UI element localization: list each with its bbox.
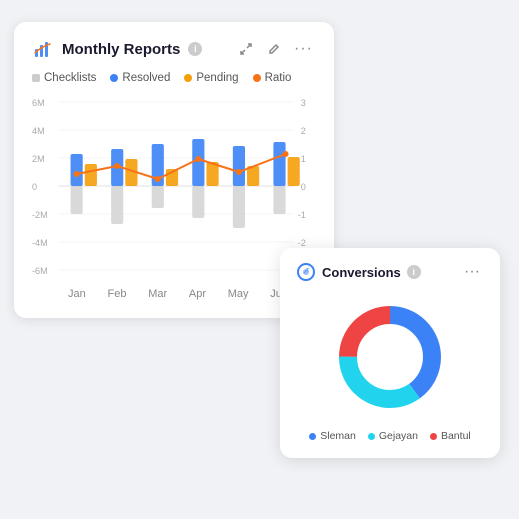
x-label-apr: Apr (189, 288, 206, 300)
legend-resolved: Resolved (110, 72, 170, 84)
x-label-mar: Mar (148, 288, 167, 300)
conversions-title: Conversions (322, 265, 401, 280)
card-header: Monthly Reports i ··· (32, 38, 316, 60)
card-actions: ··· (236, 38, 316, 60)
legend-checklists-dot (32, 74, 40, 82)
conversion-icon (296, 262, 316, 282)
conversions-header: Conversions i ··· (296, 262, 484, 282)
donut-chart (296, 292, 484, 422)
title-group: Monthly Reports i (32, 38, 202, 60)
legend-gejayan: Gejayan (368, 430, 418, 442)
legend-pending-dot (184, 74, 192, 82)
chart-area: 6M 4M 2M 0 -2M -4M -6M 3 2 1 0 -1 -2 (32, 94, 316, 284)
legend-bantul: Bantul (430, 430, 471, 442)
svg-text:0: 0 (301, 182, 306, 192)
gejayan-dot (368, 433, 375, 440)
svg-text:6M: 6M (32, 98, 45, 108)
chart-svg: 6M 4M 2M 0 -2M -4M -6M 3 2 1 0 -1 -2 (32, 94, 316, 284)
bantul-dot (430, 433, 437, 440)
svg-text:-1: -1 (298, 210, 306, 220)
edit-button[interactable] (264, 41, 283, 58)
svg-text:4M: 4M (32, 126, 45, 136)
legend-resolved-dot (110, 74, 118, 82)
donut-svg (330, 297, 450, 417)
svg-text:-2: -2 (298, 238, 306, 248)
more-button[interactable]: ··· (291, 38, 316, 60)
info-icon: i (188, 42, 202, 56)
monthly-reports-title: Monthly Reports (62, 41, 180, 58)
svg-text:-6M: -6M (32, 266, 48, 276)
sleman-dot (309, 433, 316, 440)
svg-text:0: 0 (32, 182, 37, 192)
conversions-card: Conversions i ··· Sleman Gejayan B (280, 248, 500, 458)
svg-text:-4M: -4M (32, 238, 48, 248)
svg-text:2: 2 (301, 126, 306, 136)
conversions-info-icon: i (407, 265, 421, 279)
x-axis-labels: Jan Feb Mar Apr May Jun (32, 288, 316, 300)
chart-legend: Checklists Resolved Pending Ratio (32, 72, 316, 84)
legend-ratio-dot (253, 74, 261, 82)
x-label-feb: Feb (107, 288, 126, 300)
svg-text:1: 1 (301, 154, 306, 164)
svg-text:2M: 2M (32, 154, 45, 164)
conversions-title-group: Conversions i (296, 262, 421, 282)
x-label-jan: Jan (68, 288, 86, 300)
conversions-legend: Sleman Gejayan Bantul (296, 430, 484, 442)
x-label-may: May (228, 288, 249, 300)
expand-button[interactable] (236, 40, 256, 58)
legend-pending: Pending (184, 72, 238, 84)
conversions-more-button[interactable]: ··· (460, 262, 484, 282)
legend-checklists: Checklists (32, 72, 96, 84)
chart-icon (32, 38, 54, 60)
svg-text:-2M: -2M (32, 210, 48, 220)
legend-ratio: Ratio (253, 72, 292, 84)
svg-text:3: 3 (301, 98, 306, 108)
legend-sleman: Sleman (309, 430, 356, 442)
